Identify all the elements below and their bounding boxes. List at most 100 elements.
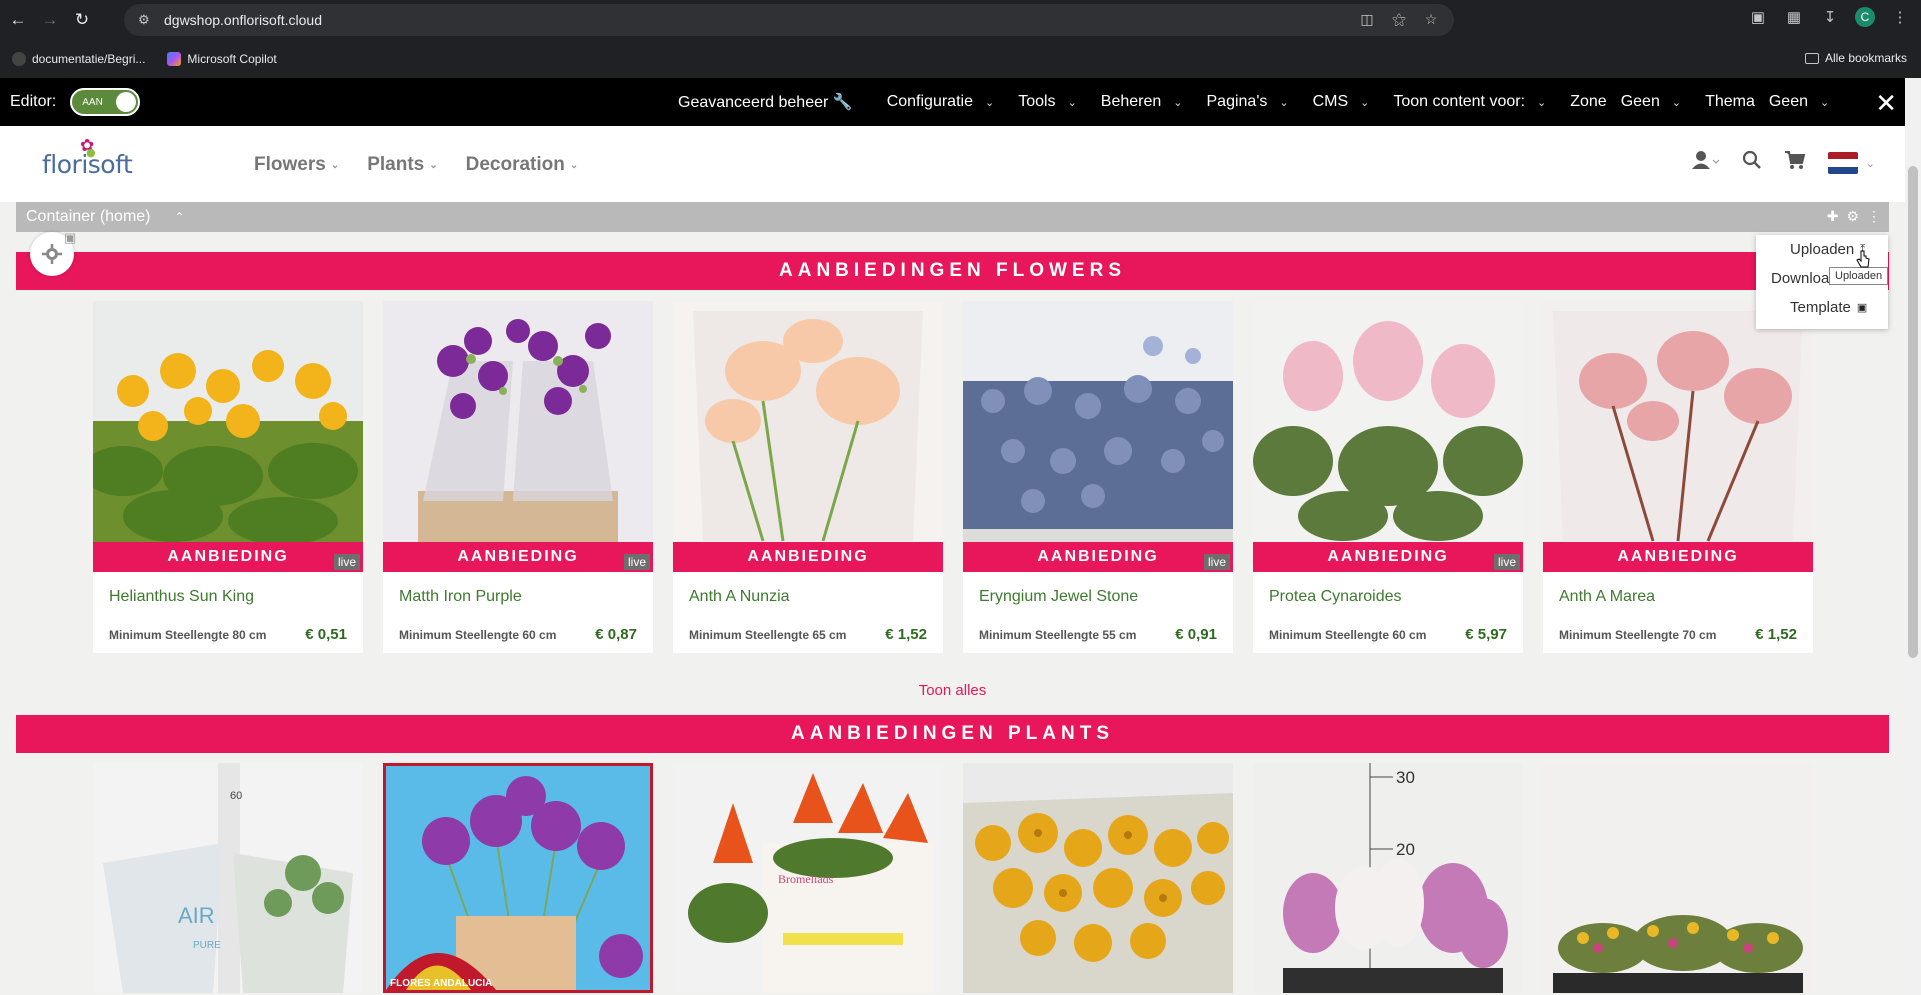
plant-bag-text: AIR [178, 903, 215, 928]
product-name[interactable]: Anth A Nunzia [689, 588, 943, 610]
close-editor-icon[interactable]: ✕ [1875, 88, 1897, 119]
plant-brand-text: FLORES ANDALUCIA [390, 978, 492, 989]
cart-icon[interactable] [1784, 150, 1806, 176]
plant-products: 60 AIR PURE FLORES ANDALUCIA Bromeliads … [93, 763, 1813, 993]
product-card[interactable]: AANBIEDING live Protea Cynaroides Minimu… [1253, 301, 1523, 653]
live-badge: live [1203, 554, 1230, 570]
container-bar[interactable]: Container (home) ⌃ ✚ ⚙ ⋮ [16, 202, 1889, 232]
chevron-up-icon[interactable]: ⌃ [175, 210, 185, 224]
product-image-matthiola[interactable] [383, 301, 653, 542]
menu-toon-content[interactable]: Toon content voor: ⌄ [1393, 93, 1546, 111]
plant-image-card[interactable]: 30 20 [1253, 763, 1523, 993]
search-icon[interactable] [1742, 150, 1762, 176]
nav-flowers[interactable]: Flowers ⌄ [254, 154, 339, 176]
theme-value: Geen [1768, 93, 1808, 110]
translate-icon[interactable]: ⚝ [1390, 10, 1408, 28]
product-ribbon: AANBIEDING live [93, 542, 363, 572]
profile-avatar[interactable]: C [1855, 7, 1875, 27]
menu-tools[interactable]: Tools ⌄ [1018, 93, 1077, 111]
site-info-icon[interactable]: ⚙ [138, 12, 158, 28]
reload-icon[interactable]: ↻ [68, 6, 96, 34]
template-menu-item[interactable]: Template ▣ [1756, 293, 1888, 322]
toon-alles-link[interactable]: Toon alles [0, 682, 1905, 699]
product-ribbon: AANBIEDING live [383, 542, 653, 572]
product-card[interactable]: AANBIEDING live Matth Iron Purple Minimu… [383, 301, 653, 653]
back-icon[interactable]: ← [4, 6, 32, 34]
menu-item-label: Download [1771, 270, 1838, 287]
language-selector[interactable]: ⌄ [1827, 152, 1875, 174]
product-price: € 1,52 [1755, 626, 1797, 643]
extensions-icon[interactable]: ▦ [1783, 6, 1805, 28]
more-vertical-icon[interactable]: ⋮ [1867, 208, 1881, 225]
forward-icon[interactable]: → [36, 6, 64, 34]
plant-image-card[interactable]: Bromeliads [673, 763, 943, 993]
camera-icon[interactable]: ▣ [64, 230, 76, 246]
product-card[interactable]: AANBIEDING live Eryngium Jewel Stone Min… [963, 301, 1233, 653]
nav-label: Plants [367, 154, 425, 175]
menu-zone[interactable]: Zone Geen ⌄ [1570, 93, 1681, 111]
install-app-icon[interactable]: ◫ [1358, 10, 1376, 28]
nav-label: Flowers [254, 154, 326, 175]
chevron-down-icon: ⌄ [1360, 96, 1370, 109]
chevron-down-icon: ⌄ [1671, 96, 1682, 109]
chevron-down-icon: ⌄ [1173, 96, 1183, 109]
product-image-anthurium-nunzia[interactable] [673, 301, 943, 542]
nav-plants[interactable]: Plants ⌄ [367, 154, 437, 176]
product-price: € 5,97 [1465, 626, 1507, 643]
address-bar[interactable]: ⚙ dgwshop.onflorisoft.cloud ◫ ⚝ ☆ [124, 4, 1454, 36]
bookmark-documentatie[interactable]: documentatie/Begri... [12, 52, 145, 66]
florisoft-logo[interactable]: florisoft ✿ ● [42, 136, 133, 179]
browser-menu-icon[interactable]: ⋮ [1889, 6, 1911, 28]
product-name[interactable]: Anth A Marea [1559, 588, 1813, 610]
nav-decoration[interactable]: Decoration ⌄ [466, 154, 579, 176]
all-bookmarks-label: Alle bookmarks [1824, 51, 1907, 65]
menu-thema[interactable]: Thema Geen ⌄ [1705, 93, 1829, 111]
plant-image-card[interactable]: FLORES ANDALUCIA [383, 763, 653, 993]
chevron-down-icon: ⌄ [1820, 96, 1830, 109]
menu-configuratie[interactable]: Configuratie ⌄ [887, 93, 995, 111]
menu-paginas[interactable]: Pagina's ⌄ [1207, 93, 1289, 111]
product-image-sunflower[interactable] [93, 301, 363, 542]
live-badge: live [333, 554, 360, 570]
bookmark-star-icon[interactable]: ☆ [1422, 10, 1440, 28]
plant-image-card[interactable] [1543, 763, 1813, 993]
product-image-eryngium[interactable] [963, 301, 1233, 542]
page-scrollbar[interactable] [1905, 78, 1921, 995]
camera-extension-icon[interactable]: ▣ [1747, 6, 1769, 28]
all-bookmarks[interactable]: Alle bookmarks [1804, 51, 1907, 65]
hand-cursor-icon [1856, 250, 1870, 268]
live-badge: live [1493, 554, 1520, 570]
product-name[interactable]: Protea Cynaroides [1269, 588, 1523, 610]
menu-geavanceerd-beheer[interactable]: Geavanceerd beheer 🔧 [678, 92, 853, 112]
folder-icon [1804, 52, 1819, 64]
product-ribbon: AANBIEDING [673, 542, 943, 572]
product-stem-length: Minimum Steellengte 55 cm [979, 627, 1137, 642]
product-card[interactable]: AANBIEDING Anth A Nunzia Minimum Steelle… [673, 301, 943, 653]
product-name[interactable]: Matth Iron Purple [399, 588, 653, 610]
bookmark-copilot[interactable]: Microsoft Copilot [167, 52, 277, 66]
plant-bag-text2: PURE [193, 940, 221, 951]
product-image-protea[interactable] [1253, 301, 1523, 542]
plant-image-card[interactable]: 60 AIR PURE [93, 763, 363, 993]
url-text[interactable]: dgwshop.onflorisoft.cloud [164, 12, 322, 28]
plant-image-card[interactable] [963, 763, 1233, 993]
zone-value: Geen [1620, 93, 1660, 110]
menu-cms[interactable]: CMS ⌄ [1313, 93, 1370, 111]
menu-beheren[interactable]: Beheren ⌄ [1101, 93, 1183, 111]
download-icon[interactable]: ↧ [1819, 6, 1841, 28]
product-name[interactable]: Helianthus Sun King [109, 588, 363, 610]
product-name[interactable]: Eryngium Jewel Stone [979, 588, 1233, 610]
plant-card-text: Bromeliads [778, 872, 834, 886]
user-icon[interactable] [1691, 150, 1720, 176]
ribbon-label: AANBIEDING [1327, 548, 1449, 565]
product-card[interactable]: AANBIEDING Anth A Marea Minimum Steellen… [1543, 301, 1813, 653]
product-image-anthurium-marea[interactable] [1543, 301, 1813, 542]
product-card[interactable]: AANBIEDING live Helianthus Sun King Mini… [93, 301, 363, 653]
ribbon-label: AANBIEDING [1037, 548, 1159, 565]
editor-toggle[interactable]: AAN [70, 88, 141, 116]
flowers-banner: AANBIEDINGEN FLOWERS [16, 252, 1889, 290]
scrollbar-thumb[interactable] [1908, 166, 1918, 658]
add-icon[interactable]: ✚ [1827, 208, 1839, 225]
gear-icon[interactable]: ⚙ [1846, 208, 1859, 225]
github-icon [12, 52, 26, 66]
